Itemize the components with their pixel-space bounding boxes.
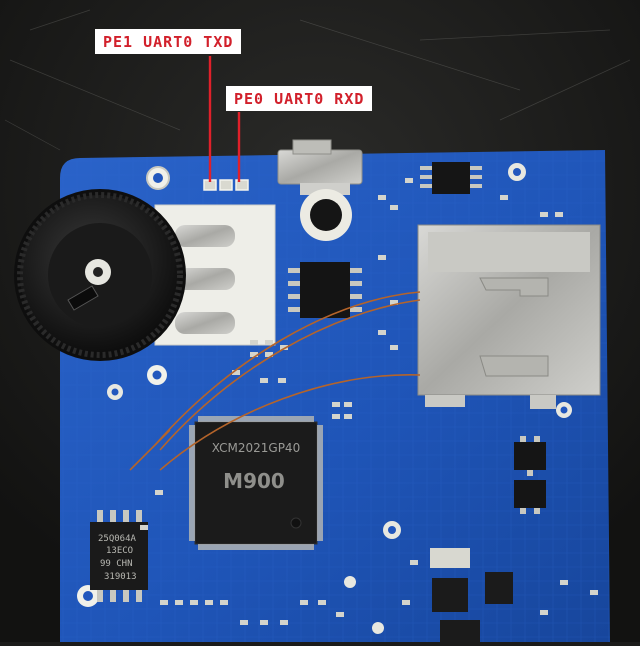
thumbwheel-knob bbox=[14, 189, 186, 361]
flash-marking-4: 319013 bbox=[104, 572, 137, 582]
flash-marking-1: 25Q064A bbox=[98, 534, 137, 544]
flash-marking-2: 13ECO bbox=[106, 546, 133, 556]
microsd-slot bbox=[417, 224, 601, 409]
soc-marking-line1: XCM2021GP40 bbox=[212, 441, 300, 455]
flash-marking-3: 99 CHN bbox=[100, 559, 133, 569]
main-soc: XCM2021GP40 M900 bbox=[189, 416, 323, 550]
annotation-label-tx: PE1 UART0 TXD bbox=[95, 29, 242, 54]
annotation-label-rx: PE0 UART0 RXD bbox=[226, 86, 373, 111]
flash-chip: 25Q064A 13ECO 99 CHN 319013 bbox=[90, 510, 148, 602]
button-socket bbox=[300, 189, 352, 241]
photo-stage: XCM2021GP40 M900 25Q064A 13ECO 99 CHN 31… bbox=[0, 0, 640, 642]
soc-marking-line2: M900 bbox=[223, 469, 285, 493]
